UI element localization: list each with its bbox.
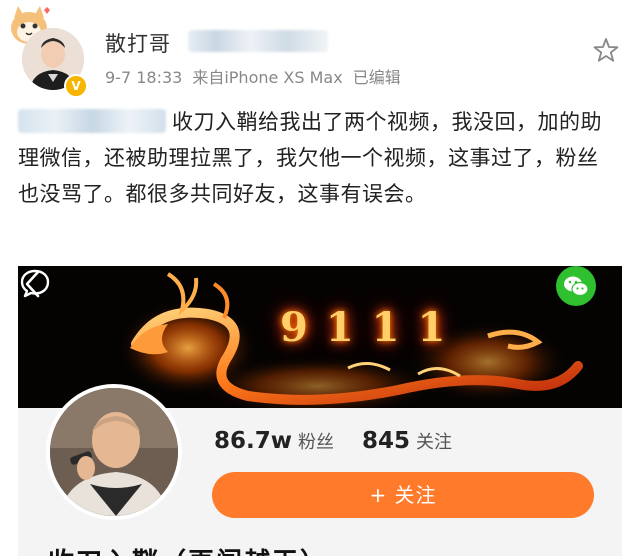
post-source: 来自iPhone XS Max (192, 68, 343, 87)
blurred-mention[interactable] (18, 109, 166, 133)
following-label: 关注 (416, 432, 453, 453)
verified-badge-icon: V (64, 74, 88, 98)
post-timestamp: 9-7 18:33 (105, 68, 183, 87)
profile-stats: 86.7w 粉丝 845 关注 (214, 428, 480, 454)
profile-name[interactable]: 收刀入鞘（再闯越王） (48, 542, 328, 556)
author-name[interactable]: 散打哥 (105, 28, 171, 58)
follow-button[interactable]: + 关注 (212, 472, 594, 518)
post-body: 收刀入鞘给我出了两个视频，我没回，加的助理微信，还被助理拉黑了，我欠他一个视频，… (18, 104, 618, 212)
followers-count[interactable]: 86.7w (214, 428, 292, 454)
post-header: V 散打哥 9-7 18:33 来自iPhone XS Max 已编辑 (0, 0, 626, 100)
profile-card[interactable]: 9111 86.7w 粉丝 845 关注 + 关注 (18, 266, 622, 556)
followers-label: 粉丝 (298, 432, 334, 453)
star-icon[interactable] (592, 36, 620, 64)
following-count[interactable]: 845 (362, 428, 410, 454)
profile-avatar[interactable] (46, 384, 182, 520)
chat-bubble-icon[interactable] (18, 266, 52, 300)
post-edited: 已编辑 (352, 68, 401, 87)
wechat-icon[interactable] (556, 266, 596, 306)
post-meta: 9-7 18:33 来自iPhone XS Max 已编辑 (105, 64, 411, 88)
blurred-username-suffix (188, 30, 328, 52)
banner-number: 9111 (280, 304, 464, 351)
